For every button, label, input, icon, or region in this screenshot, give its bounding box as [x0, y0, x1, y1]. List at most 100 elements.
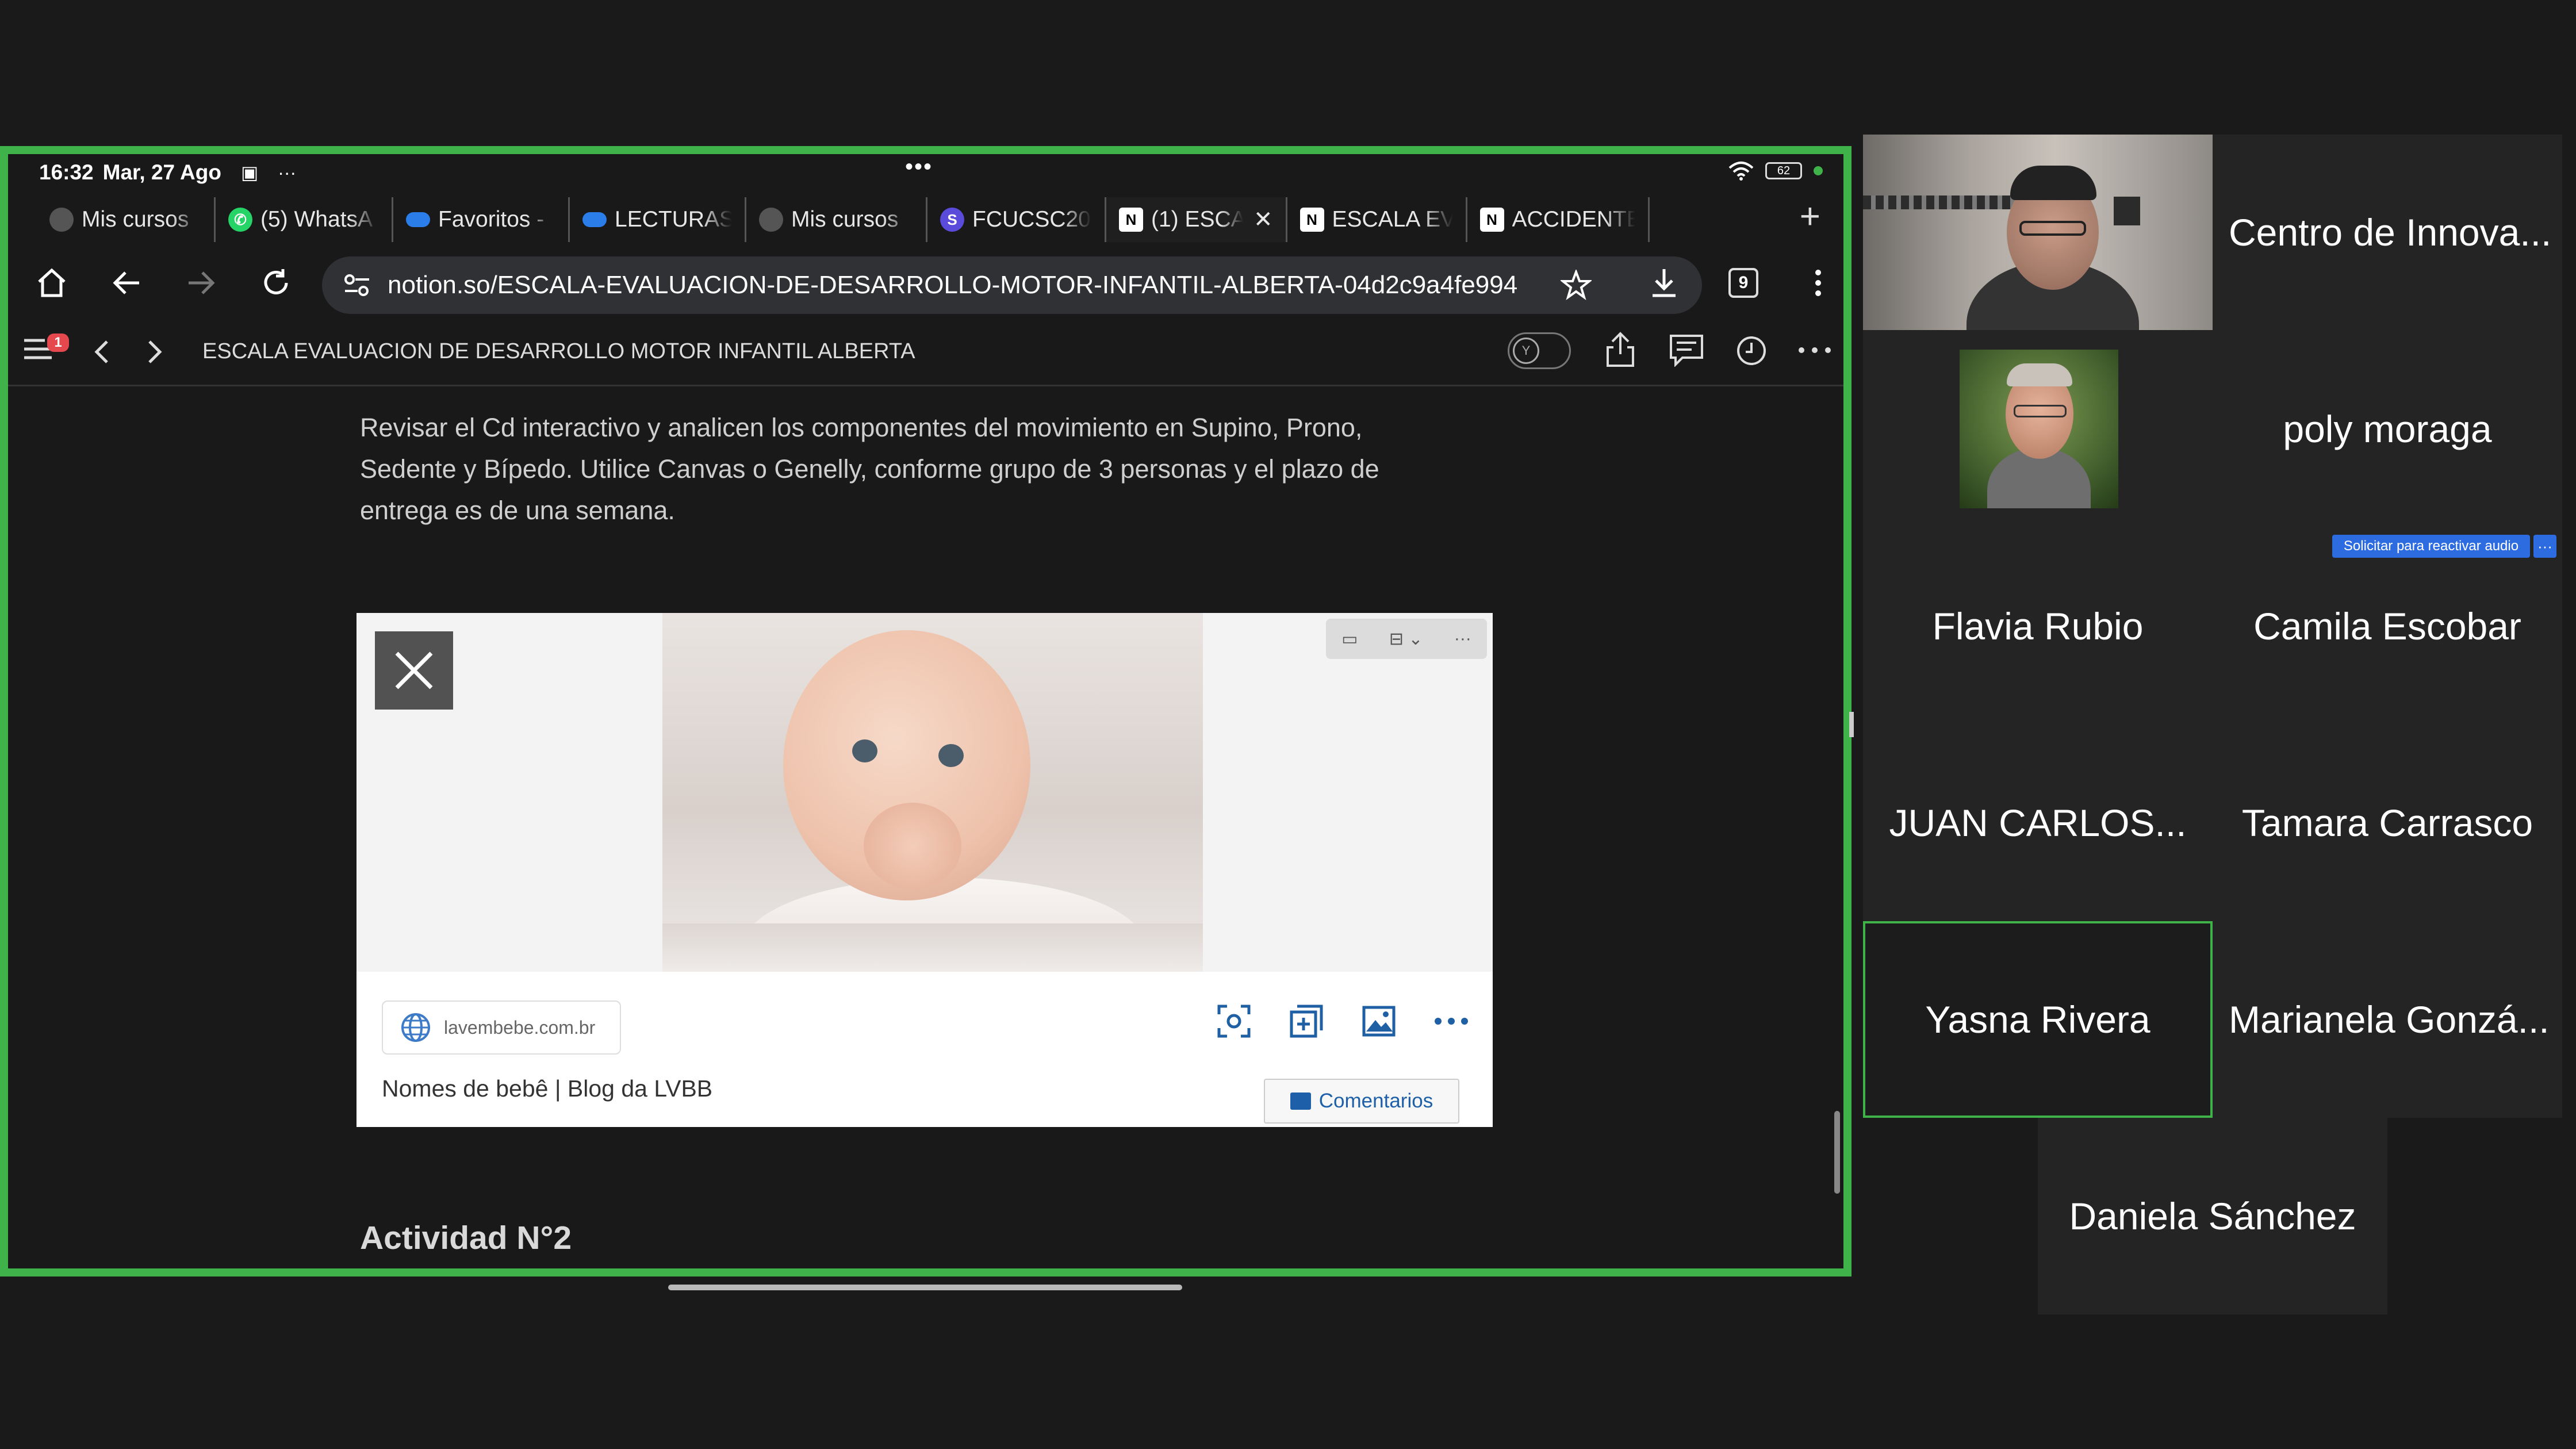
paragraph-line: Sedente y Bípedo. Utilice Canvas o Genel… [360, 454, 1379, 484]
embed-actions [1213, 1000, 1472, 1042]
home-indicator[interactable] [668, 1285, 1182, 1290]
more-dots-icon [1435, 1018, 1468, 1025]
notion-back-button[interactable] [91, 338, 114, 369]
comments-button[interactable] [1669, 334, 1704, 370]
tab-whatsapp[interactable]: ✆ (5) WhatsA [216, 197, 393, 242]
back-button[interactable] [98, 254, 155, 312]
close-tab-icon[interactable]: ✕ [1254, 206, 1273, 233]
notion-page-title: ESCALA EVALUACION DE DESARROLLO MOTOR IN… [202, 339, 915, 363]
tab-escala-active[interactable]: N (1) ESCA ✕ [1106, 197, 1287, 242]
tab-fcucsc[interactable]: S FCUCSC20 [927, 197, 1106, 242]
glasses [2019, 221, 2086, 236]
download-button[interactable] [1635, 254, 1693, 312]
collaborator-toggle[interactable]: Y [1508, 332, 1571, 369]
wall-object [2114, 197, 2140, 225]
multitask-dots-icon[interactable]: ••• [905, 154, 933, 180]
comment-icon [1670, 335, 1703, 367]
status-bar: 16:32 Mar, 27 Ago ▣ ··· ••• 62 [8, 154, 1843, 191]
participant-tile[interactable]: poly moraga [2213, 330, 2562, 528]
chevron-left-icon [94, 340, 108, 363]
browser-menu-button[interactable] [1789, 254, 1843, 312]
comments-button[interactable]: Comentarios [1264, 1079, 1459, 1124]
paragraph-line: entrega es de una semana. [360, 496, 675, 525]
tab-mis-cursos-2[interactable]: Mis cursos [746, 197, 927, 242]
more-status-icon: ··· [278, 162, 297, 183]
participant-tile[interactable]: Daniela Sánchez [2038, 1118, 2387, 1314]
participant-name: poly moraga [2283, 408, 2492, 450]
participant-tile-active-speaker[interactable]: Yasna Rivera [1863, 921, 2213, 1118]
image-button[interactable] [1358, 1000, 1400, 1042]
new-tab-button[interactable]: + [1800, 199, 1820, 235]
tab-escala-ev[interactable]: N ESCALA EV [1287, 197, 1467, 242]
star-icon[interactable] [1561, 270, 1592, 301]
chevron-right-icon [148, 340, 162, 363]
tab-label: LECTURAS [615, 207, 735, 232]
tab-label: (5) WhatsA [260, 207, 373, 232]
participant-name: Daniela Sánchez [2069, 1195, 2356, 1237]
moodle-icon [759, 208, 783, 232]
page-more-button[interactable] [1797, 346, 1832, 357]
tab-label: Favoritos - [438, 207, 545, 232]
reload-icon [264, 269, 288, 294]
app-icon: S [940, 208, 964, 232]
screenshot-button[interactable] [1213, 1000, 1255, 1042]
participant-video[interactable] [1960, 350, 2118, 508]
address-bar[interactable]: notion.so/ESCALA-EVALUACION-DE-DESARROLL… [322, 256, 1702, 314]
image-toolbar: ▭ ⊟ ⌄ ··· [1326, 619, 1487, 659]
reload-button[interactable] [247, 254, 305, 312]
tab-label: Mis cursos [82, 207, 189, 232]
avatar: Y [1513, 338, 1539, 364]
baby-photo [662, 613, 1203, 972]
participant-video[interactable] [1863, 135, 2213, 330]
tab-switcher-button[interactable]: 9 [1715, 254, 1772, 312]
comments-label: Comentarios [1318, 1090, 1433, 1112]
shared-screen: 16:32 Mar, 27 Ago ▣ ··· ••• 62 Mis curso… [0, 146, 1851, 1276]
tab-lecturas[interactable]: LECTURAS [570, 197, 746, 242]
source-link[interactable]: lavembebe.com.br [382, 1000, 621, 1055]
align-icon[interactable]: ⊟ ⌄ [1389, 629, 1423, 649]
add-block-button[interactable] [1286, 1000, 1327, 1042]
participant-name: Camila Escobar [2253, 605, 2521, 647]
tab-favoritos[interactable]: Favoritos - [393, 197, 570, 242]
participant-name: Yasna Rivera [1925, 998, 2150, 1041]
forward-button[interactable] [172, 254, 230, 312]
embed-more-button[interactable] [1431, 1000, 1472, 1042]
tab-mis-cursos-1[interactable]: Mis cursos [37, 197, 216, 242]
close-icon [395, 651, 433, 689]
embed-caption: Nomes de bebê | Blog da LVBB [382, 1075, 713, 1102]
tile-more-button[interactable]: ··· [2533, 535, 2556, 558]
participant-tile[interactable]: Centro de Innova... [2213, 135, 2562, 330]
url-text: notion.so/ESCALA-EVALUACION-DE-DESARROLL… [388, 271, 1518, 299]
participant-name: JUAN CARLOS... [1889, 802, 2187, 844]
notion-topbar: 1 ESCALA EVALUACION DE DESARROLLO MOTOR … [8, 317, 1843, 386]
participant-tile[interactable]: Marianela Gonzá... [2213, 921, 2562, 1118]
screenshot-icon [1217, 1005, 1251, 1038]
share-button[interactable] [1604, 331, 1636, 371]
split-handle[interactable] [1849, 712, 1854, 737]
more-dots-icon[interactable]: ··· [1454, 629, 1471, 649]
person-hair [2007, 363, 2072, 386]
request-unmute-button[interactable]: Solicitar para reactivar audio [2332, 535, 2530, 558]
share-icon [1607, 332, 1634, 367]
participant-name: Flavia Rubio [1932, 605, 2144, 647]
comment-icon[interactable]: ▭ [1341, 629, 1358, 649]
participant-tile[interactable]: Tamara Carrasco [2213, 724, 2562, 921]
tab-accidente[interactable]: N ACCIDENTE [1467, 197, 1650, 242]
clock-icon [1737, 336, 1766, 365]
home-button[interactable] [23, 254, 80, 312]
whatsapp-icon: ✆ [228, 208, 252, 232]
baby-eye [852, 739, 877, 762]
tab-label: ESCALA EV [1332, 207, 1456, 232]
notion-forward-button[interactable] [143, 338, 166, 369]
camera-indicator-icon [1814, 166, 1823, 175]
address-row: notion.so/ESCALA-EVALUACION-DE-DESARROLL… [8, 248, 1843, 317]
download-icon [1653, 269, 1676, 297]
history-button[interactable] [1735, 335, 1768, 370]
scrollbar[interactable] [1834, 1111, 1840, 1194]
link-embed[interactable]: ▭ ⊟ ⌄ ··· lavembebe.com.br Nomes de bebê… [356, 613, 1840, 1194]
tab-label: FCUCSC20 [972, 207, 1091, 232]
participant-tile[interactable]: Flavia Rubio [1863, 528, 2213, 724]
close-viewer-button[interactable] [375, 631, 453, 710]
tab-label: Mis cursos [791, 207, 899, 232]
participant-tile[interactable]: JUAN CARLOS... [1863, 724, 2213, 921]
